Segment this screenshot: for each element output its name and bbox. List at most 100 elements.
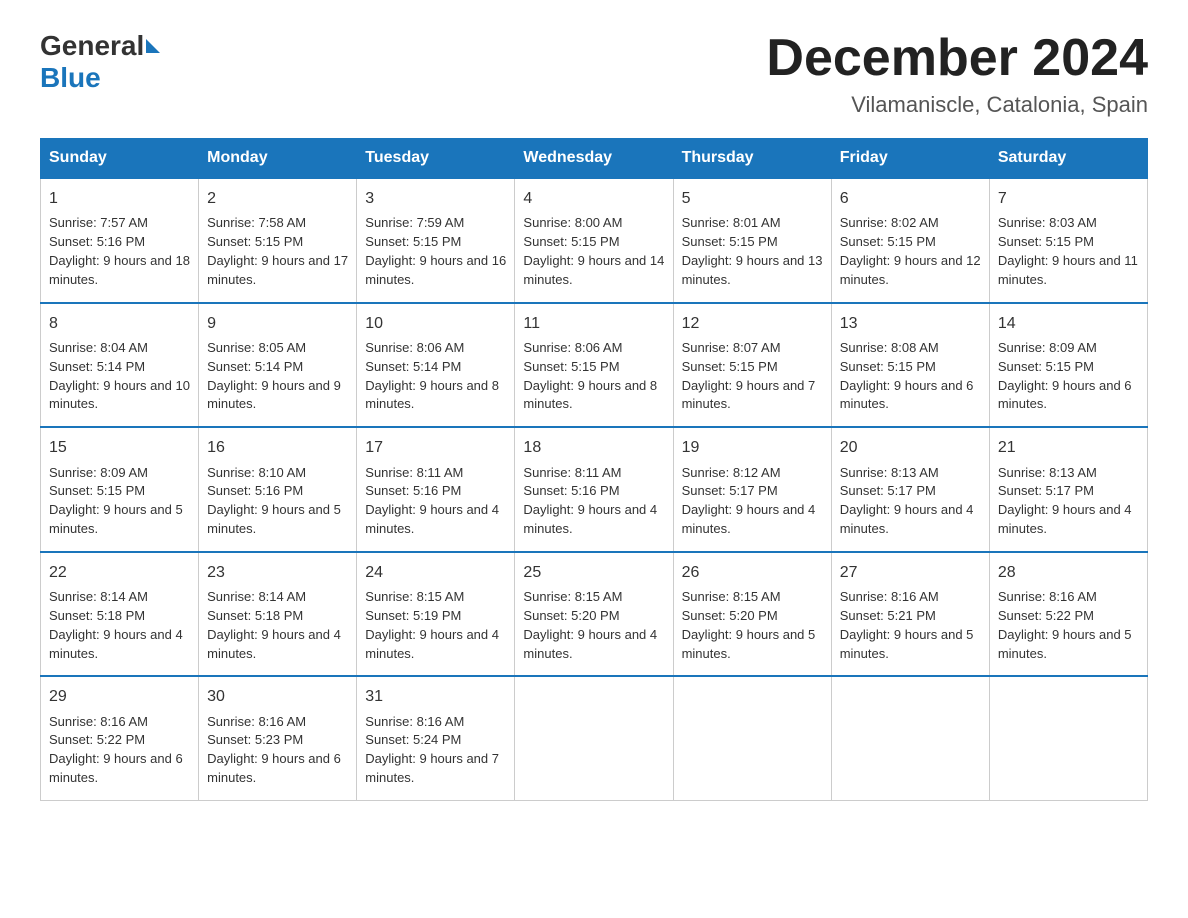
- sunrise-info: Sunrise: 8:16 AM: [207, 714, 306, 729]
- day-number: 24: [365, 561, 506, 584]
- calendar-cell: 31 Sunrise: 8:16 AM Sunset: 5:24 PM Dayl…: [357, 676, 515, 800]
- daylight-info: Daylight: 9 hours and 4 minutes.: [523, 502, 657, 536]
- day-number: 27: [840, 561, 981, 584]
- calendar-cell: 18 Sunrise: 8:11 AM Sunset: 5:16 PM Dayl…: [515, 427, 673, 552]
- day-number: 21: [998, 436, 1139, 459]
- sunrise-info: Sunrise: 8:13 AM: [840, 465, 939, 480]
- daylight-info: Daylight: 9 hours and 4 minutes.: [365, 502, 499, 536]
- calendar-cell: 17 Sunrise: 8:11 AM Sunset: 5:16 PM Dayl…: [357, 427, 515, 552]
- calendar-cell: 5 Sunrise: 8:01 AM Sunset: 5:15 PM Dayli…: [673, 178, 831, 303]
- calendar-cell: 9 Sunrise: 8:05 AM Sunset: 5:14 PM Dayli…: [199, 303, 357, 428]
- calendar-cell: 14 Sunrise: 8:09 AM Sunset: 5:15 PM Dayl…: [989, 303, 1147, 428]
- day-number: 4: [523, 187, 664, 210]
- calendar-cell: 10 Sunrise: 8:06 AM Sunset: 5:14 PM Dayl…: [357, 303, 515, 428]
- daylight-info: Daylight: 9 hours and 4 minutes.: [523, 627, 657, 661]
- sunset-info: Sunset: 5:22 PM: [998, 608, 1094, 623]
- daylight-info: Daylight: 9 hours and 12 minutes.: [840, 253, 981, 287]
- calendar-cell: 4 Sunrise: 8:00 AM Sunset: 5:15 PM Dayli…: [515, 178, 673, 303]
- sunrise-info: Sunrise: 8:13 AM: [998, 465, 1097, 480]
- sunset-info: Sunset: 5:23 PM: [207, 732, 303, 747]
- sunset-info: Sunset: 5:14 PM: [207, 359, 303, 374]
- page-header: General Blue December 2024 Vilamaniscle,…: [40, 30, 1148, 118]
- sunset-info: Sunset: 5:15 PM: [49, 483, 145, 498]
- calendar-table: SundayMondayTuesdayWednesdayThursdayFrid…: [40, 138, 1148, 801]
- day-number: 31: [365, 685, 506, 708]
- sunrise-info: Sunrise: 8:16 AM: [365, 714, 464, 729]
- sunrise-info: Sunrise: 8:16 AM: [49, 714, 148, 729]
- calendar-cell: 8 Sunrise: 8:04 AM Sunset: 5:14 PM Dayli…: [41, 303, 199, 428]
- daylight-info: Daylight: 9 hours and 9 minutes.: [207, 378, 341, 412]
- sunrise-info: Sunrise: 8:05 AM: [207, 340, 306, 355]
- sunset-info: Sunset: 5:16 PM: [49, 234, 145, 249]
- calendar-cell: 2 Sunrise: 7:58 AM Sunset: 5:15 PM Dayli…: [199, 178, 357, 303]
- day-number: 6: [840, 187, 981, 210]
- sunrise-info: Sunrise: 8:04 AM: [49, 340, 148, 355]
- sunset-info: Sunset: 5:24 PM: [365, 732, 461, 747]
- daylight-info: Daylight: 9 hours and 5 minutes.: [998, 627, 1132, 661]
- sunset-info: Sunset: 5:15 PM: [682, 359, 778, 374]
- header-saturday: Saturday: [989, 139, 1147, 179]
- day-number: 18: [523, 436, 664, 459]
- sunrise-info: Sunrise: 8:15 AM: [523, 589, 622, 604]
- daylight-info: Daylight: 9 hours and 8 minutes.: [523, 378, 657, 412]
- calendar-cell: [831, 676, 989, 800]
- daylight-info: Daylight: 9 hours and 18 minutes.: [49, 253, 190, 287]
- sunset-info: Sunset: 5:20 PM: [523, 608, 619, 623]
- sunset-info: Sunset: 5:16 PM: [207, 483, 303, 498]
- daylight-info: Daylight: 9 hours and 10 minutes.: [49, 378, 190, 412]
- day-number: 12: [682, 312, 823, 335]
- daylight-info: Daylight: 9 hours and 17 minutes.: [207, 253, 348, 287]
- calendar-cell: 25 Sunrise: 8:15 AM Sunset: 5:20 PM Dayl…: [515, 552, 673, 677]
- header-tuesday: Tuesday: [357, 139, 515, 179]
- calendar-cell: 26 Sunrise: 8:15 AM Sunset: 5:20 PM Dayl…: [673, 552, 831, 677]
- sunrise-info: Sunrise: 8:14 AM: [207, 589, 306, 604]
- day-number: 19: [682, 436, 823, 459]
- day-number: 22: [49, 561, 190, 584]
- calendar-cell: 3 Sunrise: 7:59 AM Sunset: 5:15 PM Dayli…: [357, 178, 515, 303]
- calendar-cell: 30 Sunrise: 8:16 AM Sunset: 5:23 PM Dayl…: [199, 676, 357, 800]
- calendar-cell: 20 Sunrise: 8:13 AM Sunset: 5:17 PM Dayl…: [831, 427, 989, 552]
- calendar-cell: 21 Sunrise: 8:13 AM Sunset: 5:17 PM Dayl…: [989, 427, 1147, 552]
- sunset-info: Sunset: 5:15 PM: [523, 359, 619, 374]
- calendar-cell: [673, 676, 831, 800]
- sunrise-info: Sunrise: 8:06 AM: [523, 340, 622, 355]
- daylight-info: Daylight: 9 hours and 14 minutes.: [523, 253, 664, 287]
- daylight-info: Daylight: 9 hours and 13 minutes.: [682, 253, 823, 287]
- sunset-info: Sunset: 5:20 PM: [682, 608, 778, 623]
- sunset-info: Sunset: 5:15 PM: [207, 234, 303, 249]
- sunset-info: Sunset: 5:17 PM: [682, 483, 778, 498]
- calendar-cell: 13 Sunrise: 8:08 AM Sunset: 5:15 PM Dayl…: [831, 303, 989, 428]
- sunrise-info: Sunrise: 8:16 AM: [840, 589, 939, 604]
- calendar-cell: 22 Sunrise: 8:14 AM Sunset: 5:18 PM Dayl…: [41, 552, 199, 677]
- daylight-info: Daylight: 9 hours and 5 minutes.: [840, 627, 974, 661]
- week-row-5: 29 Sunrise: 8:16 AM Sunset: 5:22 PM Dayl…: [41, 676, 1148, 800]
- calendar-cell: [515, 676, 673, 800]
- week-row-4: 22 Sunrise: 8:14 AM Sunset: 5:18 PM Dayl…: [41, 552, 1148, 677]
- sunset-info: Sunset: 5:16 PM: [365, 483, 461, 498]
- daylight-info: Daylight: 9 hours and 6 minutes.: [207, 751, 341, 785]
- sunrise-info: Sunrise: 7:59 AM: [365, 215, 464, 230]
- sunrise-info: Sunrise: 8:08 AM: [840, 340, 939, 355]
- sunrise-info: Sunrise: 8:16 AM: [998, 589, 1097, 604]
- sunrise-info: Sunrise: 7:58 AM: [207, 215, 306, 230]
- day-number: 8: [49, 312, 190, 335]
- week-row-2: 8 Sunrise: 8:04 AM Sunset: 5:14 PM Dayli…: [41, 303, 1148, 428]
- calendar-cell: 29 Sunrise: 8:16 AM Sunset: 5:22 PM Dayl…: [41, 676, 199, 800]
- sunrise-info: Sunrise: 8:15 AM: [365, 589, 464, 604]
- logo-blue-text: Blue: [40, 62, 101, 93]
- day-number: 3: [365, 187, 506, 210]
- sunrise-info: Sunrise: 8:09 AM: [998, 340, 1097, 355]
- sunset-info: Sunset: 5:15 PM: [682, 234, 778, 249]
- header-thursday: Thursday: [673, 139, 831, 179]
- daylight-info: Daylight: 9 hours and 5 minutes.: [682, 627, 816, 661]
- calendar-cell: 15 Sunrise: 8:09 AM Sunset: 5:15 PM Dayl…: [41, 427, 199, 552]
- sunset-info: Sunset: 5:21 PM: [840, 608, 936, 623]
- week-row-3: 15 Sunrise: 8:09 AM Sunset: 5:15 PM Dayl…: [41, 427, 1148, 552]
- calendar-cell: 16 Sunrise: 8:10 AM Sunset: 5:16 PM Dayl…: [199, 427, 357, 552]
- daylight-info: Daylight: 9 hours and 4 minutes.: [998, 502, 1132, 536]
- calendar-cell: 7 Sunrise: 8:03 AM Sunset: 5:15 PM Dayli…: [989, 178, 1147, 303]
- daylight-info: Daylight: 9 hours and 4 minutes.: [49, 627, 183, 661]
- day-number: 2: [207, 187, 348, 210]
- day-number: 13: [840, 312, 981, 335]
- sunset-info: Sunset: 5:14 PM: [49, 359, 145, 374]
